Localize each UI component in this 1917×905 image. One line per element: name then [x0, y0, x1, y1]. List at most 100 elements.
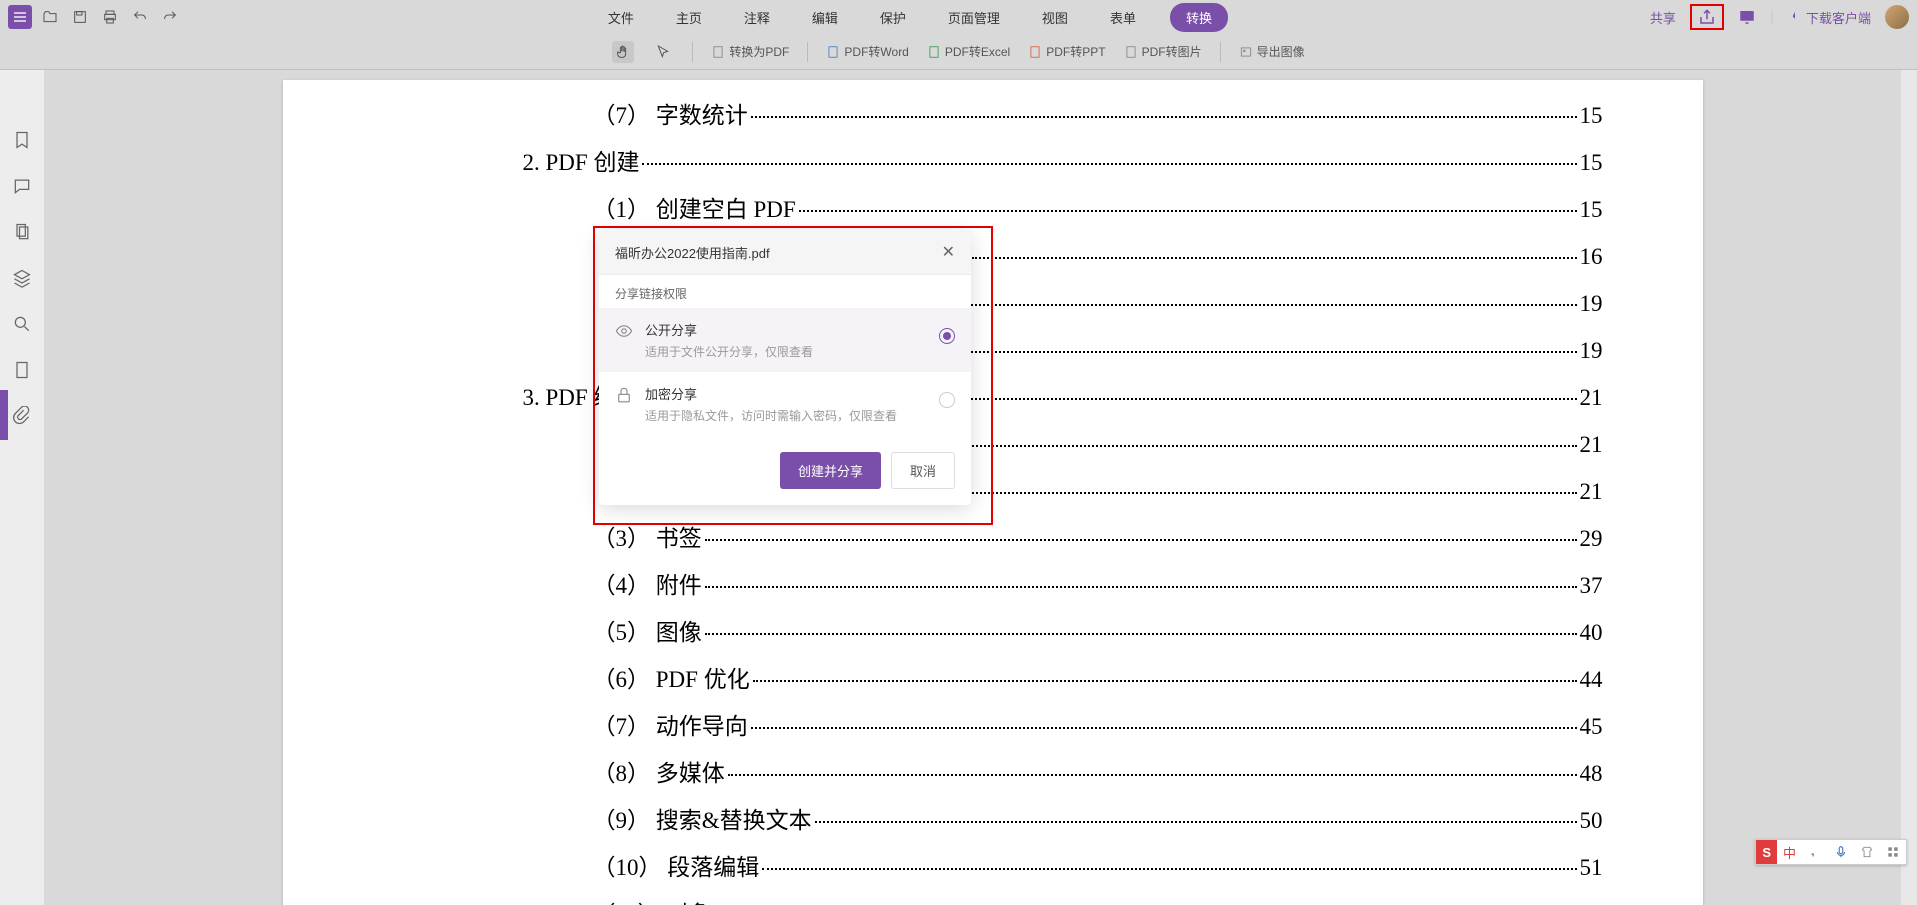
toc-page-number: 29 — [1580, 526, 1603, 552]
bookmark-panel-icon[interactable] — [12, 130, 32, 150]
cancel-button[interactable]: 取消 — [891, 452, 955, 489]
export-image[interactable]: 导出图像 — [1239, 43, 1305, 60]
toc-label: （4） 附件 — [593, 566, 702, 600]
toc-page-number: 16 — [1580, 244, 1603, 270]
dialog-footer: 创建并分享 取消 — [599, 436, 971, 505]
layers-panel-icon[interactable] — [12, 268, 32, 288]
download-client[interactable]: 下载客户端 — [1784, 6, 1875, 29]
toc-dots — [751, 727, 1577, 729]
option1-title: 公开分享 — [645, 320, 927, 339]
toc-dots — [751, 116, 1577, 118]
menu-form[interactable]: 表单 — [1102, 4, 1144, 31]
toc-label: （5） 图像 — [593, 613, 702, 647]
radio-public[interactable] — [939, 328, 955, 344]
ime-skin-icon[interactable] — [1854, 840, 1880, 864]
toc-entry[interactable]: （4） 附件 37 — [383, 566, 1603, 600]
search-panel-icon[interactable] — [12, 314, 32, 334]
toc-page-number: 21 — [1580, 385, 1603, 411]
pdf-to-word[interactable]: PDF转Word — [826, 43, 908, 60]
toc-page-number: 15 — [1580, 197, 1603, 223]
share-icon-highlighted[interactable] — [1690, 4, 1724, 30]
ime-toolbox-icon[interactable] — [1880, 840, 1906, 864]
menu-annotate[interactable]: 注释 — [736, 4, 778, 31]
ime-mic-icon[interactable] — [1828, 840, 1854, 864]
toc-label: 2. PDF 创建 — [523, 143, 640, 177]
hand-tool-icon[interactable] — [612, 41, 634, 63]
close-icon[interactable]: ✕ — [942, 242, 955, 262]
menu-pages[interactable]: 页面管理 — [940, 4, 1008, 31]
pdf-to-excel[interactable]: PDF转Excel — [927, 43, 1010, 60]
ime-toolbar[interactable]: S 中 — [1755, 839, 1907, 865]
toc-dots — [642, 163, 1576, 165]
pdf-to-ppt[interactable]: PDF转PPT — [1028, 43, 1105, 60]
toc-label: （1） 创建空白 PDF — [593, 190, 796, 224]
print-icon[interactable] — [98, 5, 122, 29]
ime-lang[interactable]: 中 — [1777, 840, 1802, 864]
comment-panel-icon[interactable] — [12, 176, 32, 196]
dialog-header: 福昕办公2022使用指南.pdf ✕ — [599, 230, 971, 275]
avatar[interactable] — [1885, 5, 1909, 29]
ime-logo-icon[interactable]: S — [1756, 840, 1777, 864]
redo-icon[interactable] — [158, 5, 182, 29]
menu-home[interactable]: 主页 — [668, 4, 710, 31]
toc-entry[interactable]: （9） 搜索&替换文本50 — [383, 801, 1603, 835]
toc-entry[interactable]: （6） PDF 优化44 — [383, 660, 1603, 694]
toc-entry[interactable]: （11） 对象51 — [383, 895, 1603, 905]
toc-page-number: 19 — [1580, 291, 1603, 317]
toc-page-number: 48 — [1580, 761, 1603, 787]
menu-convert-button[interactable]: 转换 — [1170, 3, 1228, 32]
conversion-toolbar: 转换为PDF PDF转Word PDF转Excel PDF转PPT PDF转图片… — [0, 34, 1917, 70]
toc-dots — [705, 633, 1577, 635]
scrollbar[interactable] — [1901, 70, 1917, 905]
file-panel-icon[interactable] — [12, 360, 32, 380]
pages-panel-icon[interactable] — [12, 222, 32, 242]
lock-icon — [615, 384, 633, 404]
toc-dots — [815, 821, 1577, 823]
menu-icon[interactable] — [8, 5, 32, 29]
option-public-share[interactable]: 公开分享 适用于文件公开分享，仅限查看 — [599, 308, 971, 372]
toc-label: （7） 字数统计 — [593, 96, 748, 130]
attachment-panel-icon[interactable] — [12, 406, 32, 426]
menu-view[interactable]: 视图 — [1034, 4, 1076, 31]
eye-icon — [615, 320, 633, 340]
radio-encrypted[interactable] — [939, 392, 955, 408]
toc-entry[interactable]: （8） 多媒体48 — [383, 754, 1603, 788]
option2-desc: 适用于隐私文件，访问时需输入密码，仅限查看 — [645, 407, 927, 424]
create-share-button[interactable]: 创建并分享 — [780, 452, 881, 489]
toc-page-number: 37 — [1580, 573, 1603, 599]
share-text-button[interactable]: 共享 — [1646, 6, 1680, 29]
toc-page-number: 15 — [1580, 103, 1603, 129]
toc-page-number: 51 — [1580, 855, 1603, 881]
toc-dots — [762, 868, 1576, 870]
toc-label: （9） 搜索&替换文本 — [593, 801, 812, 835]
pdf-to-image[interactable]: PDF转图片 — [1124, 43, 1202, 60]
toc-entry[interactable]: （5） 图像40 — [383, 613, 1603, 647]
convert-to-pdf[interactable]: 转换为PDF — [711, 43, 789, 60]
toc-label: （10） 段落编辑 — [593, 848, 760, 882]
option-encrypted-share[interactable]: 加密分享 适用于隐私文件，访问时需输入密码，仅限查看 — [599, 372, 971, 436]
toc-entry[interactable]: （7） 字数统计 15 — [383, 96, 1603, 130]
toc-page-number: 15 — [1580, 150, 1603, 176]
ime-punct-icon[interactable] — [1802, 840, 1828, 864]
save-icon[interactable] — [68, 5, 92, 29]
select-tool-icon[interactable] — [652, 41, 674, 63]
undo-icon[interactable] — [128, 5, 152, 29]
toc-dots — [705, 586, 1577, 588]
toc-entry[interactable]: （10） 段落编辑 51 — [383, 848, 1603, 882]
toc-page-number: 21 — [1580, 479, 1603, 505]
top-toolbar: 文件 主页 注释 编辑 保护 页面管理 视图 表单 转换 共享 | 下载客户端 — [0, 0, 1917, 34]
present-icon[interactable] — [1734, 6, 1760, 28]
toc-dots — [753, 680, 1577, 682]
toc-entry[interactable]: 2. PDF 创建 15 — [383, 143, 1603, 177]
toc-dots — [728, 774, 1577, 776]
menu-protect[interactable]: 保护 — [872, 4, 914, 31]
left-sidebar — [0, 70, 44, 905]
toc-entry[interactable]: （1） 创建空白 PDF 15 — [383, 190, 1603, 224]
toc-entry[interactable]: （7） 动作导向45 — [383, 707, 1603, 741]
top-right-actions: 共享 | 下载客户端 — [1646, 4, 1909, 30]
dialog-subtitle: 分享链接权限 — [599, 275, 971, 308]
menu-file[interactable]: 文件 — [600, 4, 642, 31]
toc-label: （6） PDF 优化 — [593, 660, 750, 694]
menu-edit[interactable]: 编辑 — [804, 4, 846, 31]
open-icon[interactable] — [38, 5, 62, 29]
